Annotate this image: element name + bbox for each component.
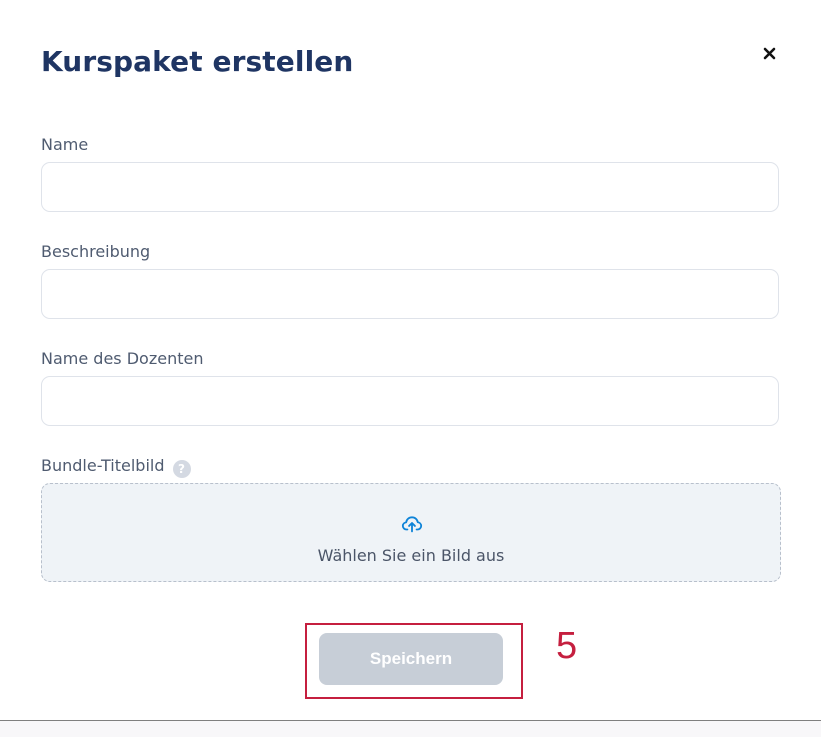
create-course-bundle-dialog: Kurspaket erstellen Name Beschreibung Na…	[0, 0, 821, 720]
help-icon[interactable]: ?	[172, 460, 191, 478]
bottom-divider	[0, 720, 821, 737]
instructor-name-field[interactable]	[41, 376, 779, 426]
annotation-step-number: 5	[556, 625, 578, 667]
description-field[interactable]	[41, 269, 779, 319]
cloud-upload-icon	[401, 516, 423, 533]
instructor-name-field-label: Name des Dozenten	[41, 349, 204, 368]
cover-image-dropzone[interactable]: Wählen Sie ein Bild aus	[41, 483, 781, 582]
close-icon	[763, 47, 775, 59]
description-field-label: Beschreibung	[41, 242, 151, 261]
upload-prompt: Wählen Sie ein Bild aus	[317, 546, 505, 565]
cover-image-label: Bundle-Titelbild	[41, 456, 165, 475]
name-field-label: Name	[41, 135, 89, 154]
cover-image-label-row: Bundle-Titelbild?	[41, 456, 191, 478]
close-button[interactable]	[757, 41, 781, 65]
dialog-title: Kurspaket erstellen	[41, 45, 354, 78]
save-button[interactable]: Speichern	[319, 633, 503, 685]
name-field[interactable]	[41, 162, 779, 212]
